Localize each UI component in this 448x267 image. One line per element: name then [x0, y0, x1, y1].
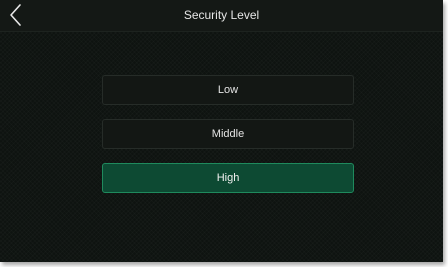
chevron-left-icon	[10, 4, 21, 26]
option-high[interactable]: High	[102, 163, 354, 193]
option-low[interactable]: Low	[102, 75, 354, 105]
security-level-screen: Security Level Low Middle High	[0, 0, 443, 262]
back-button[interactable]	[4, 2, 30, 28]
page-title: Security Level	[183, 8, 260, 22]
option-middle[interactable]: Middle	[102, 119, 354, 149]
header-bar: Security Level	[0, 0, 443, 32]
